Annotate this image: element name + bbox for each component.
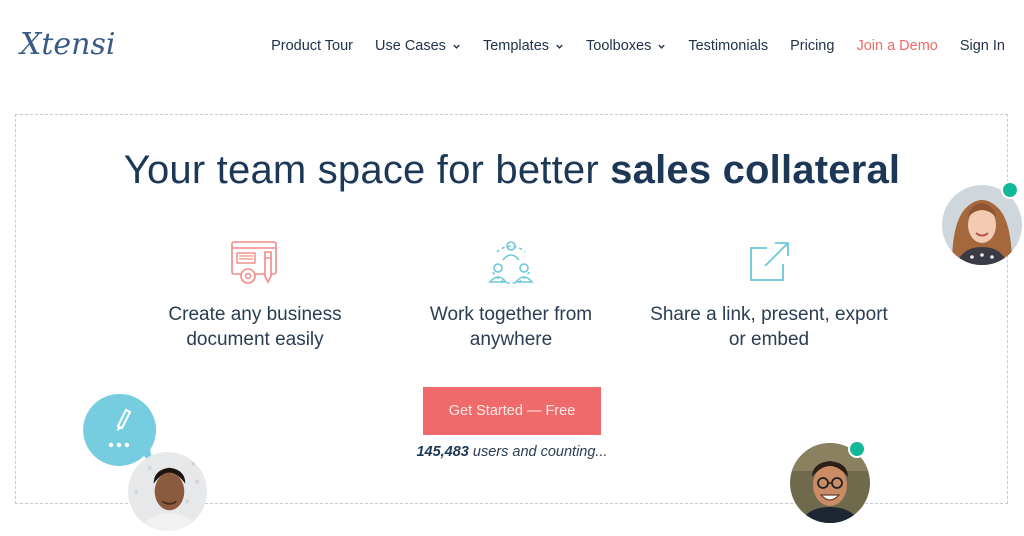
feature-text: Work together from anywhere bbox=[429, 304, 593, 350]
team-collaboration-icon bbox=[488, 241, 534, 284]
feature-share: Share a link, present, export or embed bbox=[649, 238, 889, 352]
logo-text: Xtensio bbox=[18, 27, 114, 62]
hero-headline: Your team space for better sales collate… bbox=[0, 148, 1024, 193]
chevron-down-icon bbox=[658, 44, 666, 49]
get-started-button[interactable]: Get Started — Free bbox=[423, 387, 601, 435]
online-status-indicator bbox=[1001, 181, 1019, 199]
nav-label: Use Cases bbox=[375, 38, 446, 54]
user-count-suffix: users and counting... bbox=[468, 444, 608, 460]
nav-label: Product Tour bbox=[271, 38, 354, 54]
share-link-icon bbox=[750, 242, 789, 281]
nav-testimonials[interactable]: Testimonials bbox=[688, 38, 768, 54]
main-navigation: Product Tour Use Cases Templates Toolbox… bbox=[249, 38, 1005, 54]
nav-label: Testimonials bbox=[688, 38, 769, 54]
nav-templates[interactable]: Templates bbox=[483, 38, 564, 54]
nav-use-cases[interactable]: Use Cases bbox=[375, 38, 461, 54]
nav-label: Sign In bbox=[959, 38, 1005, 54]
document-design-icon bbox=[231, 241, 277, 284]
nav-join-demo[interactable]: Join a Demo bbox=[856, 38, 937, 54]
nav-pricing[interactable]: Pricing bbox=[790, 38, 834, 54]
nav-label: Pricing bbox=[790, 38, 835, 54]
nav-sign-in[interactable]: Sign In bbox=[960, 38, 1005, 54]
feature-text: Create any business document easily bbox=[168, 304, 342, 350]
headline-regular: Your team space for better bbox=[123, 148, 611, 192]
chevron-down-icon bbox=[556, 44, 563, 49]
nav-product-tour[interactable]: Product Tour bbox=[271, 38, 353, 54]
chevron-down-icon bbox=[453, 44, 460, 49]
feature-text: Share a link, present, export or embed bbox=[650, 304, 888, 350]
online-status-indicator bbox=[848, 440, 866, 458]
nav-label: Templates bbox=[482, 38, 550, 54]
feature-collaboration: Work together from anywhere bbox=[391, 238, 631, 352]
headline-bold: sales collateral bbox=[610, 148, 901, 192]
user-count-number: 145,483 bbox=[416, 444, 469, 460]
xtensio-logo[interactable]: Xtensio bbox=[18, 16, 114, 66]
nav-toolboxes[interactable]: Toolboxes bbox=[586, 38, 666, 54]
avatar-young-man bbox=[128, 452, 207, 531]
nav-label: Toolboxes bbox=[586, 38, 652, 54]
feature-create-documents: Create any business document easily bbox=[135, 238, 375, 352]
nav-label: Join a Demo bbox=[856, 38, 938, 54]
